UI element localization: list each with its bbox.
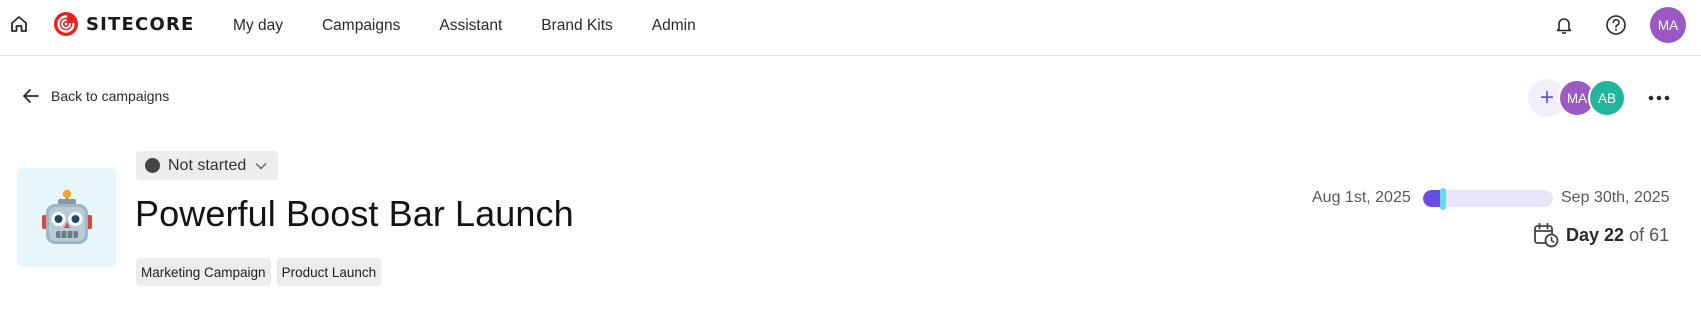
collaborators-group: + MA AB xyxy=(1528,78,1626,118)
tag-product-launch[interactable]: Product Launch xyxy=(276,258,382,286)
tag-marketing-campaign[interactable]: Marketing Campaign xyxy=(136,258,271,286)
nav-item-brand-kits[interactable]: Brand Kits xyxy=(541,17,613,35)
home-icon xyxy=(11,16,27,32)
status-dot xyxy=(145,158,160,173)
timeline-current-marker xyxy=(1439,188,1446,210)
logo-wordmark: SITECORE xyxy=(86,13,195,35)
bell-icon xyxy=(1556,18,1572,35)
arrow-left-icon xyxy=(23,89,39,103)
more-options-button[interactable] xyxy=(1645,86,1673,110)
campaign-thumbnail[interactable] xyxy=(17,168,116,267)
robot-icon xyxy=(41,189,92,244)
home-button[interactable] xyxy=(8,13,30,35)
nav-item-assistant[interactable]: Assistant xyxy=(439,17,502,35)
timeline-end-date: Sep 30th, 2025 xyxy=(1561,189,1670,206)
status-dropdown[interactable]: Not started xyxy=(136,151,279,180)
collaborator-avatar[interactable]: AB xyxy=(1588,79,1626,117)
status-label: Not started xyxy=(168,156,247,174)
back-to-campaigns-link[interactable]: Back to campaigns xyxy=(21,86,169,106)
campaign-tags: Marketing Campaign Product Launch xyxy=(136,258,382,286)
help-button[interactable] xyxy=(1599,8,1633,42)
day-counter: Day 22 of 61 xyxy=(1533,222,1669,248)
help-circle-icon xyxy=(1606,15,1626,35)
chevron-down-icon xyxy=(255,162,267,169)
current-day-value: 22 xyxy=(1604,224,1625,245)
back-link-label: Back to campaigns xyxy=(51,88,170,104)
nav-item-my-day[interactable]: My day xyxy=(233,17,283,35)
day-label: Day xyxy=(1566,224,1600,245)
sitecore-logo-icon xyxy=(54,12,78,36)
nav-item-admin[interactable]: Admin xyxy=(652,17,696,35)
calendar-clock-icon xyxy=(1534,222,1559,248)
user-avatar[interactable]: MA xyxy=(1650,7,1686,43)
notifications-button[interactable] xyxy=(1547,8,1581,42)
nav-item-campaigns[interactable]: Campaigns xyxy=(322,17,400,35)
sitecore-logo[interactable]: SITECORE xyxy=(53,11,195,37)
day-counter-text: Day 22 of 61 xyxy=(1566,225,1669,246)
total-days-text: of 61 xyxy=(1629,224,1670,245)
main-nav: My day Campaigns Assistant Brand Kits Ad… xyxy=(233,0,735,52)
timeline-start-date: Aug 1st, 2025 xyxy=(1312,189,1411,206)
more-horizontal-icon xyxy=(1648,95,1670,101)
campaign-title: Powerful Boost Bar Launch xyxy=(135,193,574,234)
top-navigation-bar: SITECORE My day Campaigns Assistant Bran… xyxy=(0,0,1701,56)
